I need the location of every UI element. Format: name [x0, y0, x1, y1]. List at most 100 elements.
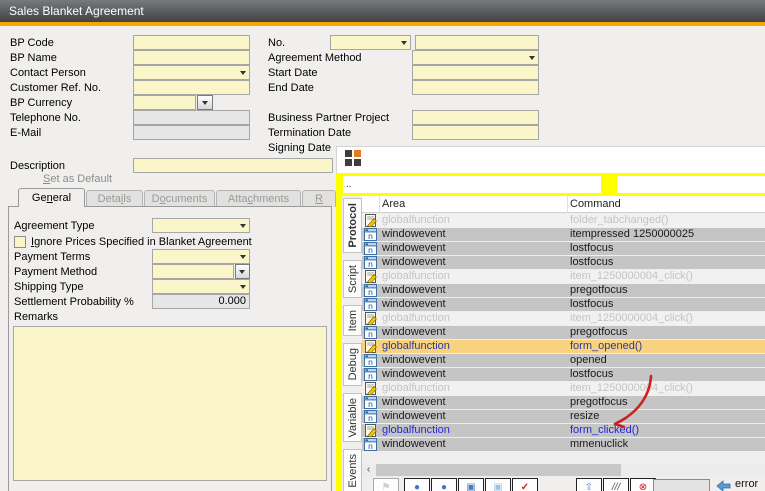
- command-cell: form_opened(): [570, 340, 763, 353]
- log-table: globalfunctionfolder_tabchanged()nwindow…: [362, 214, 765, 452]
- log-row[interactable]: n windoweventpregotfocus: [362, 396, 765, 409]
- log-row[interactable]: nwindoweventmmenuclick: [362, 438, 765, 451]
- area-cell: windowevent: [382, 368, 567, 381]
- tab-attachments[interactable]: Attachments: [216, 190, 301, 207]
- contact-person-select[interactable]: [133, 65, 250, 80]
- area-cell: windowevent: [382, 298, 567, 311]
- area-cell: globalfunction: [382, 312, 567, 325]
- telephone-input[interactable]: [133, 110, 250, 125]
- no-label: No.: [268, 37, 285, 50]
- debugger-address-bar: ..: [336, 173, 765, 196]
- log-row[interactable]: globalfunctionitem_1250000004_click(): [362, 270, 765, 283]
- side-tab-script[interactable]: Script: [343, 260, 362, 298]
- area-cell: windowevent: [382, 396, 567, 409]
- chevron-down-icon: [240, 224, 246, 228]
- debugger-titlebar[interactable]: [336, 146, 765, 173]
- email-input[interactable]: [133, 125, 250, 140]
- command-cell: form_clicked(): [570, 424, 763, 437]
- side-tab-protocol[interactable]: Protocol: [343, 198, 362, 253]
- scroll-left-button[interactable]: ‹: [362, 463, 375, 477]
- address-input-secondary[interactable]: [617, 176, 765, 193]
- monitor-icon: ▣: [466, 482, 475, 491]
- log-row[interactable]: nwindoweventpregotfocus: [362, 326, 765, 339]
- area-cell: windowevent: [382, 326, 567, 339]
- bp-project-input[interactable]: [412, 110, 539, 125]
- scrollbar-thumb[interactable]: [376, 464, 621, 476]
- window-event-icon: n: [364, 396, 377, 409]
- svg-text:n: n: [368, 259, 373, 269]
- ignore-prices-checkbox[interactable]: [14, 236, 26, 248]
- tab-details[interactable]: Details: [86, 190, 143, 207]
- horizontal-scrollbar[interactable]: ‹: [362, 463, 765, 477]
- log-row[interactable]: nwindoweventlostfocus: [362, 298, 765, 311]
- termination-date-label: Termination Date: [268, 127, 351, 140]
- agreement-type-label: Agreement Type: [14, 220, 95, 233]
- no-series-select[interactable]: [330, 35, 411, 50]
- chevron-down-icon: [240, 285, 246, 289]
- payment-method-input[interactable]: [152, 264, 234, 279]
- side-tab-events[interactable]: Events: [343, 449, 362, 491]
- bp-currency-dropdown-button[interactable]: [197, 95, 213, 110]
- screen-button[interactable]: ▣: [458, 478, 484, 491]
- log-row[interactable]: globalfunctionform_opened(): [362, 340, 765, 353]
- partial-button[interactable]: [653, 479, 710, 491]
- debugger-body: Protocol Script Item Debug Variable Even…: [336, 196, 765, 491]
- description-input[interactable]: [133, 158, 333, 173]
- tab-documents[interactable]: Documents: [144, 190, 215, 207]
- payment-terms-select[interactable]: [152, 249, 250, 264]
- customer-ref-label: Customer Ref. No.: [10, 82, 101, 95]
- log-row[interactable]: nwindoweventlostfocus: [362, 256, 765, 269]
- log-row[interactable]: nwindoweventitempressed 1250000025: [362, 228, 765, 241]
- termination-date-input[interactable]: [412, 125, 539, 140]
- log-row[interactable]: globalfunctionform_clicked(): [362, 424, 765, 437]
- agreement-method-select[interactable]: [412, 50, 539, 65]
- pause-button[interactable]: ●: [431, 478, 457, 491]
- settlement-probability-input[interactable]: 0.000: [152, 294, 250, 309]
- bp-project-label: Business Partner Project: [268, 112, 389, 125]
- svg-text:n: n: [368, 441, 373, 451]
- settlement-probability-label: Settlement Probability %: [14, 296, 134, 309]
- shipping-type-select[interactable]: [152, 279, 250, 294]
- area-cell: windowevent: [382, 410, 567, 423]
- step-up-button[interactable]: ⇧: [576, 478, 602, 491]
- end-date-input[interactable]: [412, 80, 539, 95]
- bp-code-input[interactable]: [133, 35, 250, 50]
- customer-ref-input[interactable]: [133, 80, 250, 95]
- log-row[interactable]: nwindoweventlostfocus: [362, 242, 765, 255]
- payment-method-dropdown-button[interactable]: [235, 264, 250, 279]
- bp-name-input[interactable]: [133, 50, 250, 65]
- record-button[interactable]: ⚑: [373, 478, 399, 491]
- side-tab-item[interactable]: Item: [343, 305, 362, 336]
- window-titlebar[interactable]: Sales Blanket Agreement: [0, 0, 765, 22]
- log-row[interactable]: globalfunctionitem_1250000004_click(): [362, 382, 765, 395]
- app-logo-icon: [345, 150, 361, 166]
- agreement-type-select[interactable]: [152, 218, 250, 233]
- check-button[interactable]: ✓: [512, 478, 538, 491]
- side-tab-debug[interactable]: Debug: [343, 343, 362, 385]
- log-row[interactable]: nwindoweventpregotfocus: [362, 284, 765, 297]
- svg-text:n: n: [368, 371, 373, 381]
- screen-light-button[interactable]: ▣: [485, 478, 511, 491]
- tab-partial[interactable]: R: [302, 190, 336, 207]
- bp-currency-input[interactable]: [133, 95, 196, 110]
- side-tab-variable[interactable]: Variable: [343, 393, 362, 443]
- log-row[interactable]: nwindoweventlostfocus: [362, 368, 765, 381]
- svg-text:n: n: [368, 413, 373, 423]
- log-row[interactable]: n windoweventresize: [362, 410, 765, 423]
- log-row[interactable]: globalfunctionitem_1250000004_click(): [362, 312, 765, 325]
- tab-general[interactable]: General: [18, 188, 85, 207]
- chevron-down-icon: [529, 56, 535, 60]
- address-input[interactable]: ..: [343, 176, 601, 193]
- remarks-textarea[interactable]: [13, 326, 327, 481]
- log-row[interactable]: globalfunctionfolder_tabchanged(): [362, 214, 765, 227]
- play-button[interactable]: ●: [404, 478, 430, 491]
- chevron-down-icon: [202, 101, 208, 105]
- command-cell: lostfocus: [570, 298, 763, 311]
- log-row[interactable]: nwindoweventopened: [362, 354, 765, 367]
- command-cell: pregotfocus: [570, 396, 763, 409]
- no-input[interactable]: [415, 35, 539, 50]
- breakpoints-button[interactable]: ///: [603, 478, 629, 491]
- command-cell: resize: [570, 410, 763, 423]
- start-date-input[interactable]: [412, 65, 539, 80]
- set-as-default-link[interactable]: Set as Default: [43, 173, 112, 185]
